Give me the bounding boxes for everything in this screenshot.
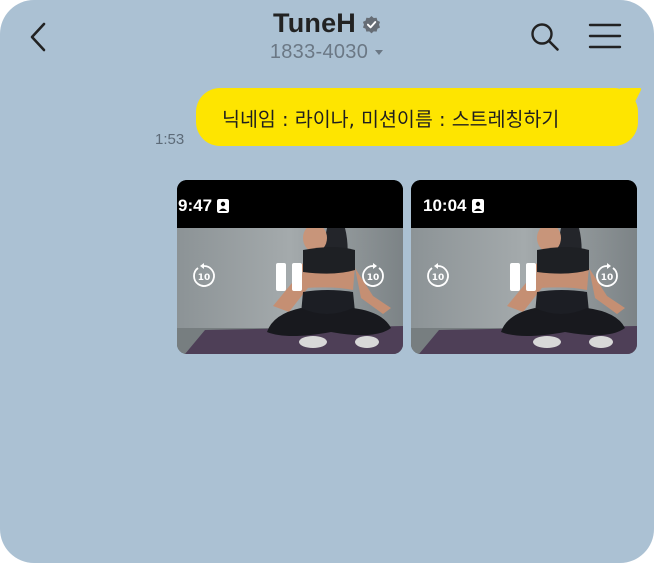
rewind-10-icon[interactable]: 10 [191,263,217,289]
video-clock: 10:04 [423,196,467,215]
phone-number: 1833-4030 [269,41,369,63]
title-row: TuneH [273,8,381,39]
video-clock: 9:47 [178,196,213,215]
rewind-10-label: 10 [432,273,445,283]
video-attachment[interactable]: 9:47 10 10 [177,180,403,354]
message-bubble[interactable]: 닉네임 : 라이나, 미션이름 : 스트레칭하기 [196,88,638,146]
chat-screen: TuneH 1833-4030 닉네임: 라이나, 미션이름: 스트레칭하기… [0,0,654,563]
pause-icon[interactable] [275,262,303,292]
forward-10-label: 10 [601,273,614,283]
chat-title: TuneH [273,8,356,38]
phone-number-dropdown[interactable]: 1833-4030 [270,41,384,64]
rewind-10-icon[interactable]: 10 [425,263,451,289]
caret-down-icon [375,49,384,55]
forward-10-icon[interactable]: 10 [594,263,620,289]
message-time: 1:53 [155,131,185,148]
person-badge-icon [217,199,229,213]
search-icon[interactable] [529,21,561,53]
forward-10-label: 10 [367,273,380,283]
hamburger-menu-icon[interactable] [588,22,622,50]
forward-10-icon[interactable]: 10 [360,263,386,289]
rewind-10-label: 10 [198,273,211,283]
pause-icon[interactable] [509,262,537,292]
verified-badge-icon [362,15,381,34]
video-attachment[interactable]: 10:04 10 10 [411,180,637,354]
chat-header: TuneH 1833-4030 [0,0,654,80]
person-badge-icon [472,199,484,213]
